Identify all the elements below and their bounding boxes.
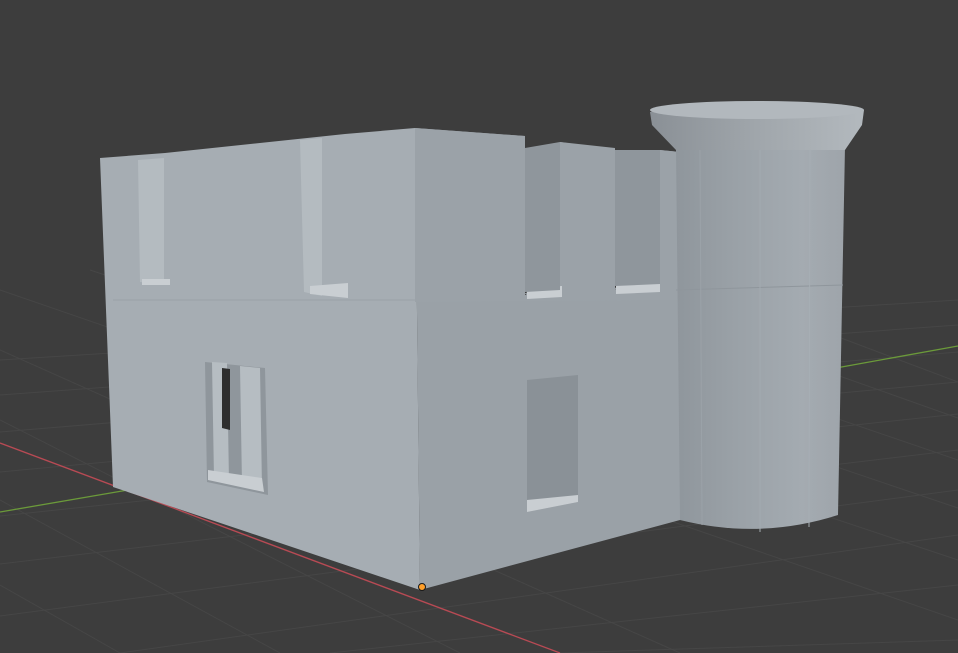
cylindrical-tower [675, 145, 845, 532]
viewport-canvas[interactable] [0, 0, 958, 653]
3d-viewport[interactable] [0, 0, 958, 653]
front-notch-inner-2 [615, 150, 660, 286]
tower-cap [650, 101, 864, 150]
front-notch-inner-1 [525, 142, 560, 292]
origin-dot-icon[interactable] [418, 583, 426, 591]
battlement-notch-1 [138, 158, 164, 285]
castle-building-mesh[interactable] [100, 101, 864, 590]
battlement-ledge-1 [142, 279, 170, 285]
y-axis-line-right [835, 345, 958, 369]
left-window-group [205, 362, 268, 495]
front-window [527, 375, 578, 512]
